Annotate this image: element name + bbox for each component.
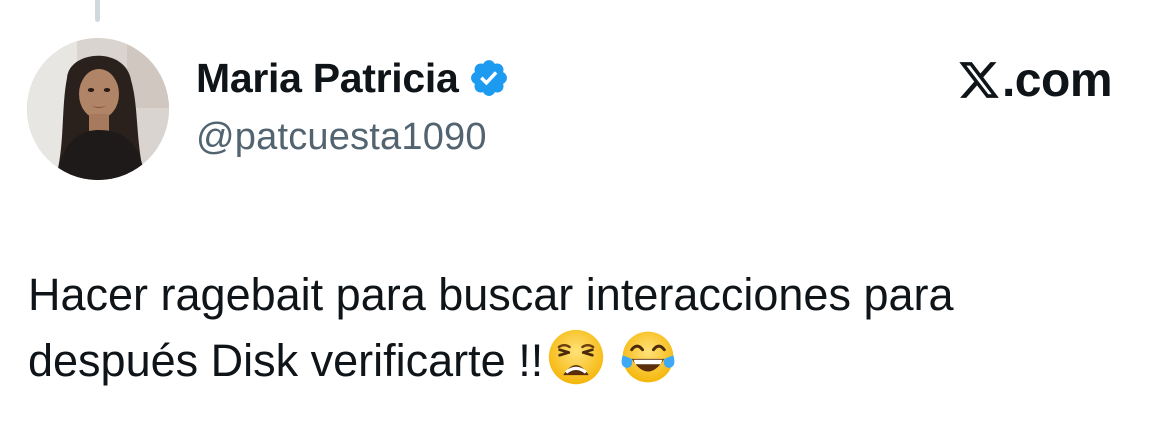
tweet-text-line-2-text: después Disk verificarte !! xyxy=(28,335,544,386)
author-display-name[interactable]: Maria Patricia xyxy=(196,55,459,102)
brand-watermark: .com xyxy=(957,52,1113,108)
avatar[interactable] xyxy=(27,38,169,180)
weary-face-emoji-icon xyxy=(547,328,605,386)
avatar-photo xyxy=(27,38,169,180)
author-name-row: Maria Patricia xyxy=(196,52,510,104)
tweet-text-line-2: después Disk verificarte !! xyxy=(28,328,1148,394)
tweet-text-line-1: Hacer ragebait para buscar interacciones… xyxy=(28,269,954,320)
verified-badge-icon xyxy=(468,57,510,99)
thread-connector-line xyxy=(95,0,100,22)
tweet-text: Hacer ragebait para buscar interacciones… xyxy=(28,262,1148,394)
author-handle[interactable]: @patcuesta1090 xyxy=(196,116,487,159)
brand-domain-text: .com xyxy=(1001,53,1113,107)
x-logo-icon xyxy=(957,58,1001,102)
tears-of-joy-emoji-icon xyxy=(619,328,677,386)
